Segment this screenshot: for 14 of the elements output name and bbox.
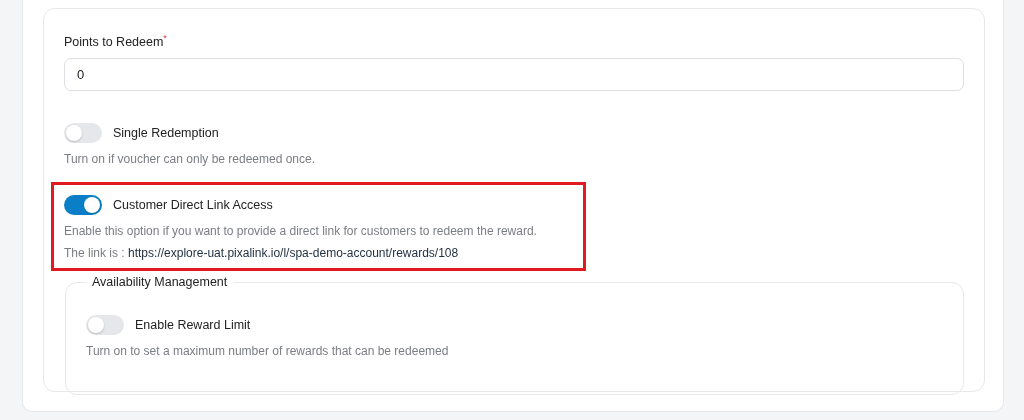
toggle-label: Single Redemption [113,126,219,141]
toggle-description: Enable this option if you want to provide a direct link for customers to redeem the reward. [64,224,538,239]
fieldset-legend: Availability Management [86,275,234,290]
toggle-switch[interactable] [86,315,124,336]
points-input[interactable]: 0 [64,58,964,92]
toggle-switch[interactable] [64,123,102,144]
link-prefix: The link is : [64,246,126,261]
toggle-label: Enable Reward Limit [135,318,251,333]
reward-link[interactable]: https://explore-uat.pixalink.io/l/spa-demo-account/rewards/108 [128,246,459,261]
toggle-description: Turn on if voucher can only be redeemed once. [64,152,317,167]
field-label: Points to Redeem$^{*}$ [64,33,168,50]
toggle-label: Customer Direct Link Access [113,198,273,213]
toggle-description: Turn on to set a maximum number of rewards that can be redeemed [86,344,450,359]
toggle-switch[interactable] [64,195,102,216]
